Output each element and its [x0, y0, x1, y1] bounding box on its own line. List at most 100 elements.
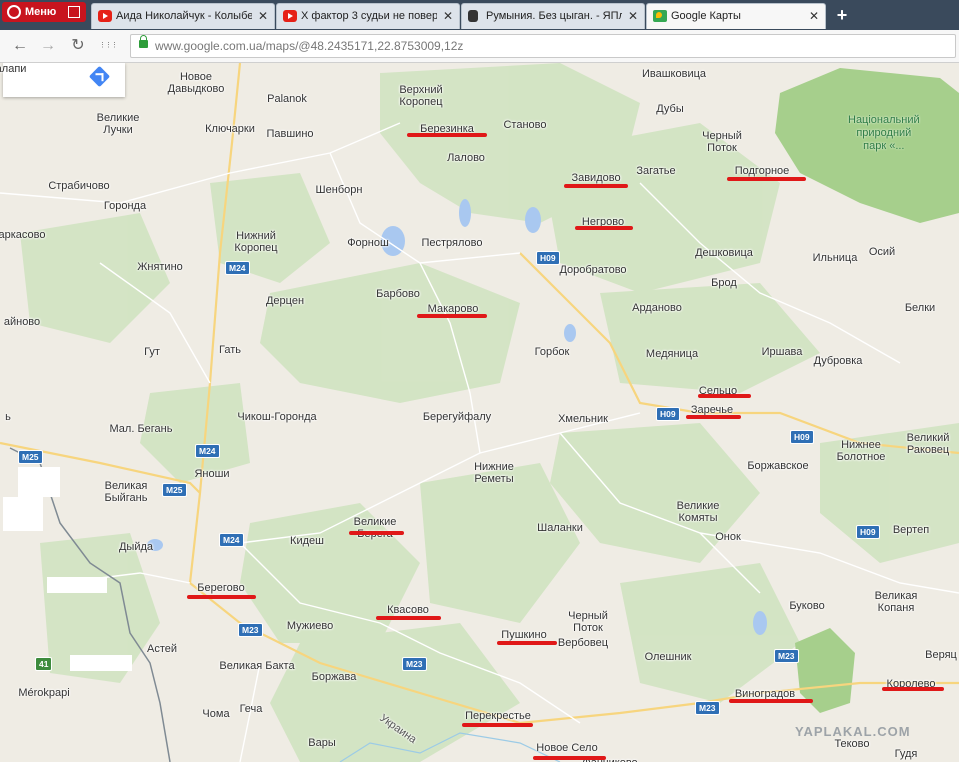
- place-label: Медяница: [645, 348, 699, 360]
- youtube-icon: [283, 10, 297, 22]
- tab-title: Х фактор 3 судьи не повери: [301, 10, 437, 22]
- close-icon[interactable]: ✕: [628, 9, 638, 23]
- place-label: Дубровка: [813, 355, 863, 367]
- place-label: Mérokpapi: [18, 687, 70, 699]
- highlight-underline: [407, 133, 487, 137]
- road-shield-m24: M24: [219, 533, 244, 547]
- highlight-underline: [349, 531, 404, 535]
- place-label: Загатье: [636, 165, 676, 177]
- place-label: Лалово: [447, 152, 485, 164]
- place-label: аркасово: [0, 229, 46, 241]
- place-label: Юлкалапи: [0, 63, 27, 75]
- directions-icon[interactable]: [88, 65, 111, 88]
- highlight-underline: [564, 184, 628, 188]
- place-label: Вары: [308, 737, 336, 749]
- place-label: Нижний Коропец: [234, 230, 278, 254]
- place-label: Черный Поток: [568, 610, 608, 634]
- road-shield-m23: M23: [238, 623, 263, 637]
- place-label: Гут: [144, 346, 160, 358]
- url-text[interactable]: www.google.com.ua/maps/@48.2435171,22.87…: [155, 39, 463, 53]
- place-label: Текoвo: [834, 738, 870, 750]
- tab-google-maps[interactable]: Google Карты ✕: [646, 3, 826, 29]
- place-label: Ключарки: [205, 123, 255, 135]
- place-label: Олешник: [644, 651, 692, 663]
- watermark: YAPLAKAL.COM: [795, 724, 911, 739]
- place-label: Нижние Реметы: [474, 461, 514, 485]
- close-icon[interactable]: ✕: [809, 9, 819, 23]
- highlight-underline: [686, 415, 741, 419]
- road-shield-m24: M24: [225, 261, 250, 275]
- place-label: Квасово: [387, 604, 429, 616]
- map-canvas[interactable]: Національний природний парк «... Новое Давы…: [0, 63, 959, 762]
- opera-menu-label: Меню: [25, 6, 57, 18]
- place-label: Гать: [219, 344, 241, 356]
- place-label: Павшино: [266, 128, 314, 140]
- tab-title: Аида Николайчук - Колыбел: [116, 10, 252, 22]
- road-shield-h09: H09: [536, 251, 560, 265]
- place-label: Новое Давыдково: [167, 71, 225, 95]
- close-icon[interactable]: ✕: [443, 9, 453, 23]
- back-button[interactable]: ←: [10, 36, 30, 56]
- highlight-underline: [698, 394, 751, 398]
- place-label: Яноши: [194, 468, 230, 480]
- highlight-underline: [533, 756, 606, 760]
- place-label: Новое Село: [536, 742, 598, 754]
- place-label: Чикош-Горонда: [237, 411, 317, 423]
- place-label: Веряц: [925, 649, 957, 661]
- highlight-underline: [187, 595, 256, 599]
- place-label: Белки: [904, 302, 936, 314]
- close-icon[interactable]: ✕: [258, 9, 268, 23]
- place-label: Горбок: [534, 346, 570, 358]
- apps-button[interactable]: ⋮⋮⋮: [98, 36, 118, 56]
- place-label: Шаланки: [537, 522, 583, 534]
- reload-button[interactable]: ↻: [68, 36, 88, 56]
- highlight-underline: [376, 616, 441, 620]
- place-label: Боржавское: [747, 460, 809, 472]
- place-label: Форнош: [347, 237, 389, 249]
- place-label: Вербовец: [557, 637, 609, 649]
- highlight-underline: [462, 723, 533, 727]
- place-label: Дешковица: [695, 247, 753, 259]
- browser-tab-bar: Меню Аида Николайчук - Колыбел ✕ Х факто…: [0, 0, 959, 30]
- road-shield-m23: M23: [402, 657, 427, 671]
- tab-x-factor[interactable]: Х фактор 3 судьи не повери ✕: [276, 3, 460, 29]
- new-tab-button[interactable]: +: [832, 5, 852, 25]
- place-label: Пестрялово: [421, 237, 483, 249]
- tab-aida[interactable]: Аида Николайчук - Колыбел ✕: [91, 3, 275, 29]
- road-shield-h09: H09: [790, 430, 814, 444]
- place-label: Гудя: [894, 748, 918, 760]
- place-label: Арданово: [632, 302, 682, 314]
- yaplakal-icon: [468, 10, 478, 22]
- place-label: Нижнее Болотное: [836, 439, 886, 463]
- opera-menu-button[interactable]: Меню: [2, 2, 86, 22]
- redacted-patch: [47, 577, 107, 593]
- browser-toolbar: ← → ↻ ⋮⋮⋮ www.google.com.ua/maps/@48.243…: [0, 30, 959, 63]
- google-maps-icon: [653, 10, 667, 22]
- place-label: Хмельник: [558, 413, 608, 425]
- place-label: Иршава: [761, 346, 803, 358]
- road-shield-h09: H09: [656, 407, 680, 421]
- opera-logo-icon: [7, 5, 21, 19]
- place-label: Великий Раковец: [906, 432, 950, 456]
- highlight-underline: [727, 177, 806, 181]
- place-label: Подгорное: [734, 165, 790, 177]
- road-shield-m25: M25: [18, 450, 43, 464]
- address-bar[interactable]: www.google.com.ua/maps/@48.2435171,22.87…: [130, 34, 956, 58]
- place-label: Дубы: [656, 103, 684, 115]
- highlight-underline: [417, 314, 487, 318]
- place-label: Palanok: [267, 93, 307, 105]
- place-label: Перекрестье: [465, 710, 531, 722]
- place-label: Дыйда: [118, 541, 154, 553]
- road-shield-h09: H09: [856, 525, 880, 539]
- place-label: Станово: [503, 119, 547, 131]
- place-label: Жнятино: [137, 261, 183, 273]
- place-label: Осий: [868, 246, 896, 258]
- forward-button[interactable]: →: [38, 36, 58, 56]
- place-label: Шенборн: [315, 184, 363, 196]
- place-label: Горонда: [103, 200, 147, 212]
- place-label: Кидеш: [290, 535, 324, 547]
- highlight-underline: [497, 641, 557, 645]
- road-shield-m23: M23: [774, 649, 799, 663]
- place-label: Мужиево: [286, 620, 334, 632]
- tab-romania[interactable]: Румыния. Без цыган. - ЯПла ✕: [461, 3, 645, 29]
